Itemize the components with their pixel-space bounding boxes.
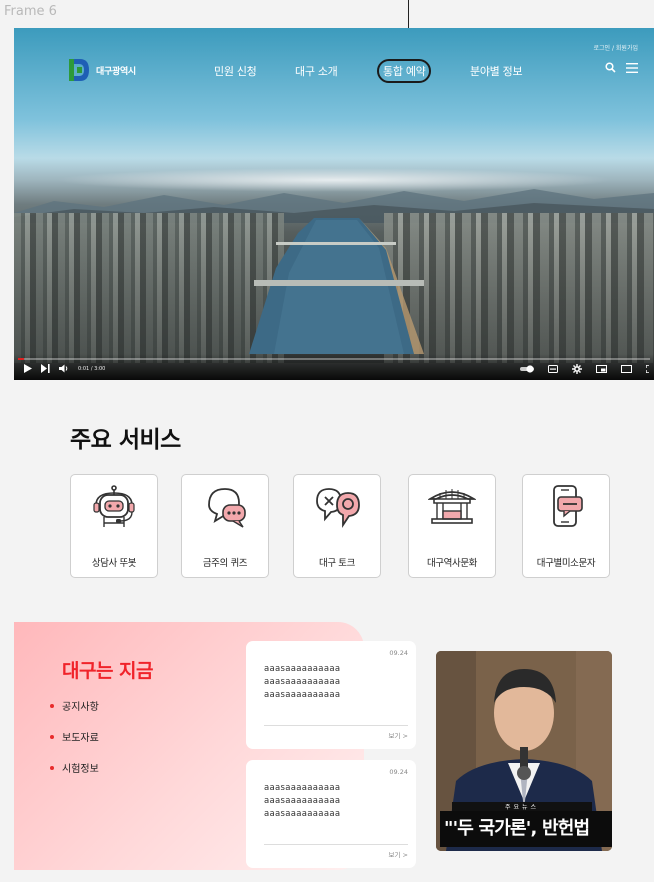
- play-icon[interactable]: [24, 364, 32, 373]
- nav-icons: [605, 62, 638, 73]
- main-nav: 대구광역시 민원 신청 대구 소개 통합 예약 분야별 정보: [14, 56, 654, 86]
- service-label: 상담사 뚜봇: [91, 558, 137, 569]
- news-date: 09.24: [389, 649, 408, 657]
- chat-bubbles-icon: [208, 488, 246, 528]
- subtitles-icon[interactable]: [548, 365, 558, 373]
- news-photo[interactable]: 주요뉴스 "'두 국가론', 반헌법: [436, 651, 612, 851]
- services-title: 주요 서비스: [70, 427, 181, 453]
- daegu-logo[interactable]: 대구광역시: [68, 58, 136, 82]
- now-category-exam[interactable]: 시험정보: [50, 760, 99, 775]
- bridge: [276, 242, 396, 245]
- news-photo-caption: "'두 국가론', 반헌법: [440, 811, 612, 847]
- video-progress-track[interactable]: [18, 358, 650, 360]
- service-label: 대구별미소문자: [536, 558, 596, 569]
- news-line: aaasaaaaaaaaaa: [264, 796, 341, 806]
- services-grid: 상담사 뚜봇 금주의 퀴즈 대구 토크 대구역사문화 대구별미소문자: [70, 474, 630, 580]
- news-date: 09.24: [389, 768, 408, 776]
- news-line: aaasaaaaaaaaaa: [264, 677, 341, 687]
- logo-text: 대구광역시: [96, 66, 136, 77]
- service-label: 대구역사문화: [426, 558, 478, 569]
- news-card[interactable]: 09.24 aaasaaaaaaaaaa aaasaaaaaaaaaa aaas…: [246, 641, 416, 749]
- video-controls: 0:01 / 3:00: [14, 354, 654, 380]
- now-category-notice[interactable]: 공지사항: [50, 698, 99, 713]
- next-icon[interactable]: [41, 364, 50, 373]
- login-signup-link[interactable]: 로그인 / 회원가입: [594, 43, 638, 52]
- news-body: aaasaaaaaaaaaa aaasaaaaaaaaaa aaasaaaaaa…: [264, 782, 384, 821]
- nav-item-about-daegu[interactable]: 대구 소개: [295, 63, 338, 79]
- player-left-controls: 0:01 / 3:00: [24, 364, 105, 373]
- bullet-dot: [50, 703, 54, 708]
- phone-message-icon: [553, 485, 583, 527]
- hamburger-menu-icon[interactable]: [626, 62, 638, 73]
- autoplay-toggle-icon[interactable]: [520, 365, 534, 373]
- volume-icon[interactable]: [59, 364, 69, 373]
- service-card-chatbot[interactable]: 상담사 뚜봇: [70, 474, 158, 578]
- news-card[interactable]: 09.24 aaasaaaaaaaaaa aaasaaaaaaaaaa aaas…: [246, 760, 416, 868]
- service-card-history[interactable]: 대구역사문화: [408, 474, 496, 578]
- bullet-dot: [50, 734, 54, 739]
- player-right-controls: [520, 364, 652, 374]
- miniplayer-icon[interactable]: [596, 365, 607, 373]
- now-category-label: 시험정보: [62, 764, 99, 775]
- news-body: aaasaaaaaaaaaa aaasaaaaaaaaaa aaasaaaaaa…: [264, 663, 384, 702]
- service-card-sms[interactable]: 대구별미소문자: [522, 474, 610, 578]
- nav-item-reservation[interactable]: 통합 예약: [377, 59, 432, 83]
- fullscreen-icon[interactable]: [646, 365, 652, 373]
- daegu-logo-icon: [69, 59, 89, 81]
- talk-bubbles-icon: [316, 488, 360, 528]
- service-card-talk[interactable]: 대구 토크: [293, 474, 381, 578]
- search-icon[interactable]: [605, 62, 616, 73]
- news-line: aaasaaaaaaaaaa: [264, 809, 341, 819]
- service-label: 대구 토크: [319, 558, 355, 569]
- service-card-quiz[interactable]: 금주의 퀴즈: [181, 474, 269, 578]
- now-category-press[interactable]: 보도자료: [50, 729, 99, 744]
- theater-mode-icon[interactable]: [621, 365, 632, 373]
- settings-gear-icon[interactable]: [572, 364, 582, 374]
- video-time: 0:01 / 3:00: [78, 365, 106, 372]
- nav-item-civil-service[interactable]: 민원 신청: [214, 63, 257, 79]
- bridge: [254, 280, 424, 286]
- service-label: 금주의 퀴즈: [202, 558, 248, 569]
- news-divider: [264, 844, 408, 845]
- now-category-label: 공지사항: [62, 702, 99, 713]
- news-line: aaasaaaaaaaaaa: [264, 783, 341, 793]
- now-category-label: 보도자료: [62, 733, 99, 744]
- bullet-dot: [50, 765, 54, 770]
- news-more-link[interactable]: 보기 >: [389, 849, 408, 859]
- news-line: aaasaaaaaaaaaa: [264, 664, 341, 674]
- robot-headset-icon: [93, 485, 135, 527]
- news-more-link[interactable]: 보기 >: [389, 730, 408, 740]
- nav-item-field-info[interactable]: 분야별 정보: [470, 63, 523, 79]
- news-line: aaasaaaaaaaaaa: [264, 690, 341, 700]
- frame-label: Frame 6: [4, 4, 57, 19]
- news-divider: [264, 725, 408, 726]
- pavilion-icon: [428, 489, 476, 524]
- video-progress-fill: [18, 358, 25, 360]
- now-title: 대구는 지금: [62, 660, 154, 682]
- now-category-list: 공지사항 보도자료 시험정보: [50, 698, 99, 791]
- hero-video[interactable]: 로그인 / 회원가입 대구광역시 민원 신청 대구 소개 통합 예약 분야별 정…: [14, 28, 654, 380]
